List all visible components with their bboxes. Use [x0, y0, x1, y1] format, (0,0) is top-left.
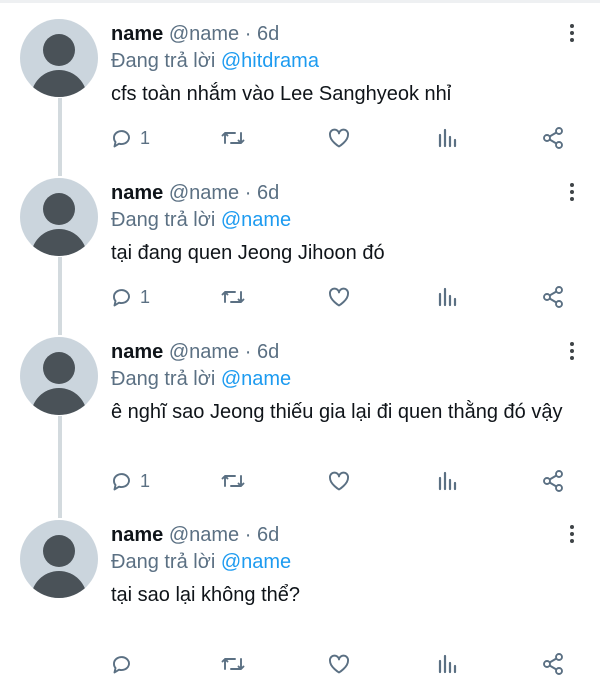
analytics-icon: [438, 471, 457, 491]
analytics-button[interactable]: [435, 124, 459, 152]
more-vertical-icon[interactable]: [560, 522, 584, 546]
share-icon: [543, 127, 563, 149]
share-button[interactable]: [541, 124, 565, 152]
separator-dot: ·: [244, 182, 252, 204]
top-divider: [0, 0, 600, 3]
replying-to: Đang trả lời @name: [111, 367, 291, 391]
analytics-button[interactable]: [435, 650, 459, 678]
like-button[interactable]: [327, 283, 351, 311]
like-button[interactable]: [327, 467, 351, 495]
share-button[interactable]: [541, 467, 565, 495]
replying-to: Đang trả lời @name: [111, 550, 291, 574]
reply-button[interactable]: 1: [110, 283, 150, 311]
avatar[interactable]: [20, 520, 98, 598]
share-button[interactable]: [541, 283, 565, 311]
reply-icon: [113, 656, 130, 674]
avatar[interactable]: [20, 178, 98, 256]
share-button[interactable]: [541, 650, 565, 678]
action-bar: 1: [0, 283, 600, 311]
retweet-icon: [221, 132, 245, 144]
separator-dot: ·: [244, 524, 252, 546]
share-icon: [543, 653, 563, 675]
display-name[interactable]: name: [111, 23, 163, 45]
tweet-text: cfs toàn nhắm vào Lee Sanghyeok nhỉ: [111, 83, 452, 105]
more-vertical-icon[interactable]: [560, 339, 584, 363]
reply-count: 1: [140, 471, 151, 491]
analytics-icon: [438, 654, 457, 674]
tweet-header: name @name · 6d: [111, 22, 279, 46]
replying-to-link[interactable]: @name: [221, 368, 291, 390]
avatar[interactable]: [20, 19, 98, 97]
action-bar: 1: [0, 467, 600, 495]
replying-to-link[interactable]: @name: [221, 551, 291, 573]
replying-to: Đang trả lời @hitdrama: [111, 49, 319, 73]
reply-button[interactable]: [110, 650, 140, 678]
reply-button[interactable]: 1: [110, 467, 150, 495]
display-name[interactable]: name: [111, 182, 163, 204]
reply-count: 1: [140, 287, 151, 307]
retweet-icon: [221, 475, 245, 487]
tweet-text: tại đang quen Jeong Jihoon đó: [111, 242, 385, 264]
replying-to-link[interactable]: @name: [221, 209, 291, 231]
replying-prefix: Đang trả lời: [111, 209, 216, 231]
tweet-text: ê nghĩ sao Jeong thiếu gia lại đi quen t…: [111, 401, 563, 423]
retweet-button[interactable]: [219, 283, 247, 311]
separator-dot: ·: [244, 23, 252, 45]
retweet-button[interactable]: [219, 650, 247, 678]
user-handle[interactable]: @name: [169, 182, 239, 204]
share-icon: [543, 470, 563, 492]
timestamp[interactable]: 6d: [257, 341, 279, 363]
analytics-button[interactable]: [435, 283, 459, 311]
action-bar: [0, 650, 600, 678]
more-vertical-icon[interactable]: [560, 21, 584, 45]
like-icon: [329, 287, 349, 307]
analytics-button[interactable]: [435, 467, 459, 495]
like-icon: [329, 128, 349, 148]
like-button[interactable]: [327, 650, 351, 678]
reply-count: 1: [140, 128, 151, 148]
reply-icon: [113, 289, 130, 307]
user-handle[interactable]: @name: [169, 23, 239, 45]
retweet-button[interactable]: [219, 124, 247, 152]
like-button[interactable]: [327, 124, 351, 152]
action-bar: 1: [0, 124, 600, 152]
avatar[interactable]: [20, 337, 98, 415]
tweet-text: tại sao lại không thể?: [111, 584, 301, 606]
analytics-icon: [438, 128, 457, 148]
timestamp[interactable]: 6d: [257, 23, 279, 45]
timestamp[interactable]: 6d: [257, 182, 279, 204]
like-icon: [329, 654, 349, 674]
timestamp[interactable]: 6d: [257, 524, 279, 546]
analytics-icon: [438, 287, 457, 307]
more-vertical-icon[interactable]: [560, 180, 584, 204]
separator-dot: ·: [244, 341, 252, 363]
retweet-icon: [221, 291, 245, 303]
share-icon: [543, 286, 563, 308]
reply-button[interactable]: 1: [110, 124, 150, 152]
tweet-header: name @name · 6d: [111, 340, 279, 364]
replying-to: Đang trả lời @name: [111, 208, 291, 232]
replying-to-link[interactable]: @hitdrama: [221, 50, 319, 72]
display-name[interactable]: name: [111, 341, 163, 363]
replying-prefix: Đang trả lời: [111, 551, 216, 573]
reply-icon: [113, 473, 130, 491]
display-name[interactable]: name: [111, 524, 163, 546]
tweet-header: name @name · 6d: [111, 523, 279, 547]
retweet-button[interactable]: [219, 467, 247, 495]
user-handle[interactable]: @name: [169, 341, 239, 363]
reply-icon: [113, 130, 130, 148]
replying-prefix: Đang trả lời: [111, 368, 216, 390]
replying-prefix: Đang trả lời: [111, 50, 216, 72]
tweet-header: name @name · 6d: [111, 181, 279, 205]
user-handle[interactable]: @name: [169, 524, 239, 546]
retweet-icon: [221, 658, 245, 670]
like-icon: [329, 471, 349, 491]
